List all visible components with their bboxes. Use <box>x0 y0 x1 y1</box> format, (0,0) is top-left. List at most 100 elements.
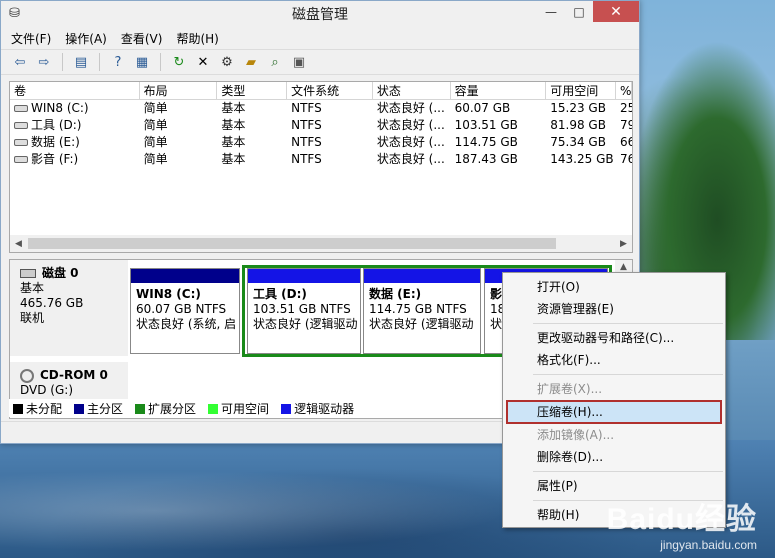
menu-item-delete-volume[interactable]: 删除卷(D)... <box>503 446 725 468</box>
free-space-cell: 15.23 GB <box>550 101 606 115</box>
legend-label: 可用空间 <box>221 401 270 416</box>
column-header-free-space[interactable]: 可用空间 <box>546 82 617 99</box>
legend-label: 扩展分区 <box>148 401 197 416</box>
menu-separator <box>533 374 723 375</box>
partition-status: 状态良好 (逻辑驱动 <box>253 317 358 331</box>
menu-item-open[interactable]: 打开(O) <box>503 276 725 298</box>
legend-swatch <box>281 404 292 414</box>
maximize-button[interactable]: □ <box>565 1 593 22</box>
volume-name: 工具 (D:) <box>31 118 82 132</box>
properties-icon[interactable]: ▦ <box>133 53 151 71</box>
column-header-filesystem[interactable]: 文件系统 <box>287 82 373 99</box>
horizontal-scrollbar[interactable]: ◀ ▶ <box>10 235 632 252</box>
scroll-right-icon[interactable]: ▶ <box>615 239 632 249</box>
search-icon[interactable]: ⌕ <box>266 53 284 71</box>
cdrom-name: CD-ROM 0 <box>40 368 108 382</box>
hard-disk-icon <box>20 269 36 278</box>
type-cell: 基本 <box>221 118 246 132</box>
legend-free-space: 可用空间 <box>208 400 269 417</box>
forward-icon[interactable]: ⇨ <box>35 53 53 71</box>
volume-list: 卷 布局 类型 文件系统 状态 容量 可用空间 % WIN8 (C:) 简单 基… <box>9 81 633 253</box>
export-icon[interactable]: ▣ <box>290 53 308 71</box>
title-bar[interactable]: ⛁ 磁盘管理 — □ ✕ <box>1 1 639 27</box>
menu-file[interactable]: 文件(F) <box>11 30 51 47</box>
legend-unallocated: 未分配 <box>13 400 62 417</box>
legend-swatch <box>13 404 23 414</box>
drive-icon <box>14 139 28 146</box>
partition-name: 工具 (D:) <box>253 287 307 301</box>
menu-help[interactable]: 帮助(H) <box>176 30 218 47</box>
column-header-volume[interactable]: 卷 <box>10 82 140 99</box>
type-cell: 基本 <box>221 135 246 149</box>
settings-icon[interactable]: ⚙ <box>218 53 236 71</box>
disk0-label[interactable]: 磁盘 0 基本 465.76 GB 联机 <box>10 260 128 356</box>
menu-item-add-mirror[interactable]: 添加镜像(A)... <box>503 424 725 446</box>
capacity-cell: 187.43 GB <box>454 152 518 166</box>
scroll-thumb[interactable] <box>28 238 556 249</box>
table-row[interactable]: 数据 (E:) 简单 基本 NTFS 状态良好 (... 114.75 GB 7… <box>10 134 632 151</box>
menu-item-change-drive-letter[interactable]: 更改驱动器号和路径(C)... <box>503 327 725 349</box>
delete-icon[interactable]: ✕ <box>194 53 212 71</box>
partition-d[interactable]: 工具 (D:) 103.51 GB NTFS 状态良好 (逻辑驱动 <box>247 268 361 354</box>
back-icon[interactable]: ⇦ <box>11 53 29 71</box>
menu-item-shrink-volume[interactable]: 压缩卷(H)... <box>506 400 722 424</box>
legend-label: 逻辑驱动器 <box>294 401 355 416</box>
volume-name: WIN8 (C:) <box>31 101 89 115</box>
menu-view[interactable]: 查看(V) <box>121 30 163 47</box>
menu-item-extend-volume[interactable]: 扩展卷(X)... <box>503 378 725 400</box>
table-row[interactable]: WIN8 (C:) 简单 基本 NTFS 状态良好 (... 60.07 GB … <box>10 100 632 117</box>
legend-swatch <box>74 404 85 414</box>
scroll-up-icon[interactable]: ▲ <box>620 262 627 272</box>
window-title: 磁盘管理 <box>292 7 348 23</box>
menu-separator <box>533 323 723 324</box>
partition-status: 状态良好 (逻辑驱动 <box>369 317 474 331</box>
partition-status: 状态良好 (系统, 启 <box>136 317 237 331</box>
logical-drive-bar <box>364 269 480 283</box>
table-row[interactable]: 工具 (D:) 简单 基本 NTFS 状态良好 (... 103.51 GB 8… <box>10 117 632 134</box>
partition-c[interactable]: WIN8 (C:) 60.07 GB NTFS 状态良好 (系统, 启 <box>130 268 240 354</box>
percent-cell: 66 <box>620 135 632 149</box>
cdrom-label[interactable]: CD-ROM 0 DVD (G:) <box>10 362 128 400</box>
close-button[interactable]: ✕ <box>593 1 639 22</box>
partition-e[interactable]: 数据 (E:) 114.75 GB NTFS 状态良好 (逻辑驱动 <box>363 268 481 354</box>
status-cell: 状态良好 (... <box>376 101 445 115</box>
help-icon[interactable]: ? <box>109 53 127 71</box>
type-cell: 基本 <box>221 152 246 166</box>
minimize-button[interactable]: — <box>537 1 565 22</box>
capacity-cell: 114.75 GB <box>454 135 518 149</box>
console-tree-icon[interactable]: ▤ <box>72 53 90 71</box>
refresh-icon[interactable]: ↻ <box>170 53 188 71</box>
disk0-type: 基本 <box>20 281 45 295</box>
volume-name: 影音 (F:) <box>31 152 79 166</box>
percent-cell: 79 <box>620 118 632 132</box>
open-folder-icon[interactable]: ▰ <box>242 53 260 71</box>
volume-name-cell: 数据 (E:) <box>10 134 140 151</box>
watermark-url: jingyan.baidu.com <box>660 538 757 552</box>
free-space-cell: 143.25 GB <box>550 152 614 166</box>
legend-label: 主分区 <box>87 401 124 416</box>
scroll-left-icon[interactable]: ◀ <box>10 239 27 249</box>
primary-partition-bar <box>131 269 239 283</box>
volume-name-cell: 影音 (F:) <box>10 151 140 168</box>
volume-list-header: 卷 布局 类型 文件系统 状态 容量 可用空间 % <box>10 82 633 100</box>
partition-size: 103.51 GB NTFS <box>253 302 351 316</box>
column-header-layout[interactable]: 布局 <box>140 82 218 99</box>
disk0-name: 磁盘 0 <box>42 266 79 280</box>
legend-swatch <box>135 404 146 414</box>
disk-management-app-icon: ⛁ <box>9 6 20 21</box>
volume-name-cell: 工具 (D:) <box>10 117 140 134</box>
column-header-capacity[interactable]: 容量 <box>451 82 547 99</box>
status-cell: 状态良好 (... <box>376 118 445 132</box>
column-header-percent[interactable]: % <box>616 82 633 99</box>
drive-icon <box>14 105 28 112</box>
volume-name-cell: WIN8 (C:) <box>10 100 140 117</box>
layout-cell: 简单 <box>143 152 168 166</box>
column-header-status[interactable]: 状态 <box>373 82 451 99</box>
column-header-type[interactable]: 类型 <box>217 82 288 99</box>
menu-item-explorer[interactable]: 资源管理器(E) <box>503 298 725 320</box>
menu-action[interactable]: 操作(A) <box>65 30 107 47</box>
menu-item-format[interactable]: 格式化(F)... <box>503 349 725 371</box>
legend-swatch <box>208 404 219 414</box>
filesystem-cell: NTFS <box>291 101 322 115</box>
table-row[interactable]: 影音 (F:) 简单 基本 NTFS 状态良好 (... 187.43 GB 1… <box>10 151 632 168</box>
